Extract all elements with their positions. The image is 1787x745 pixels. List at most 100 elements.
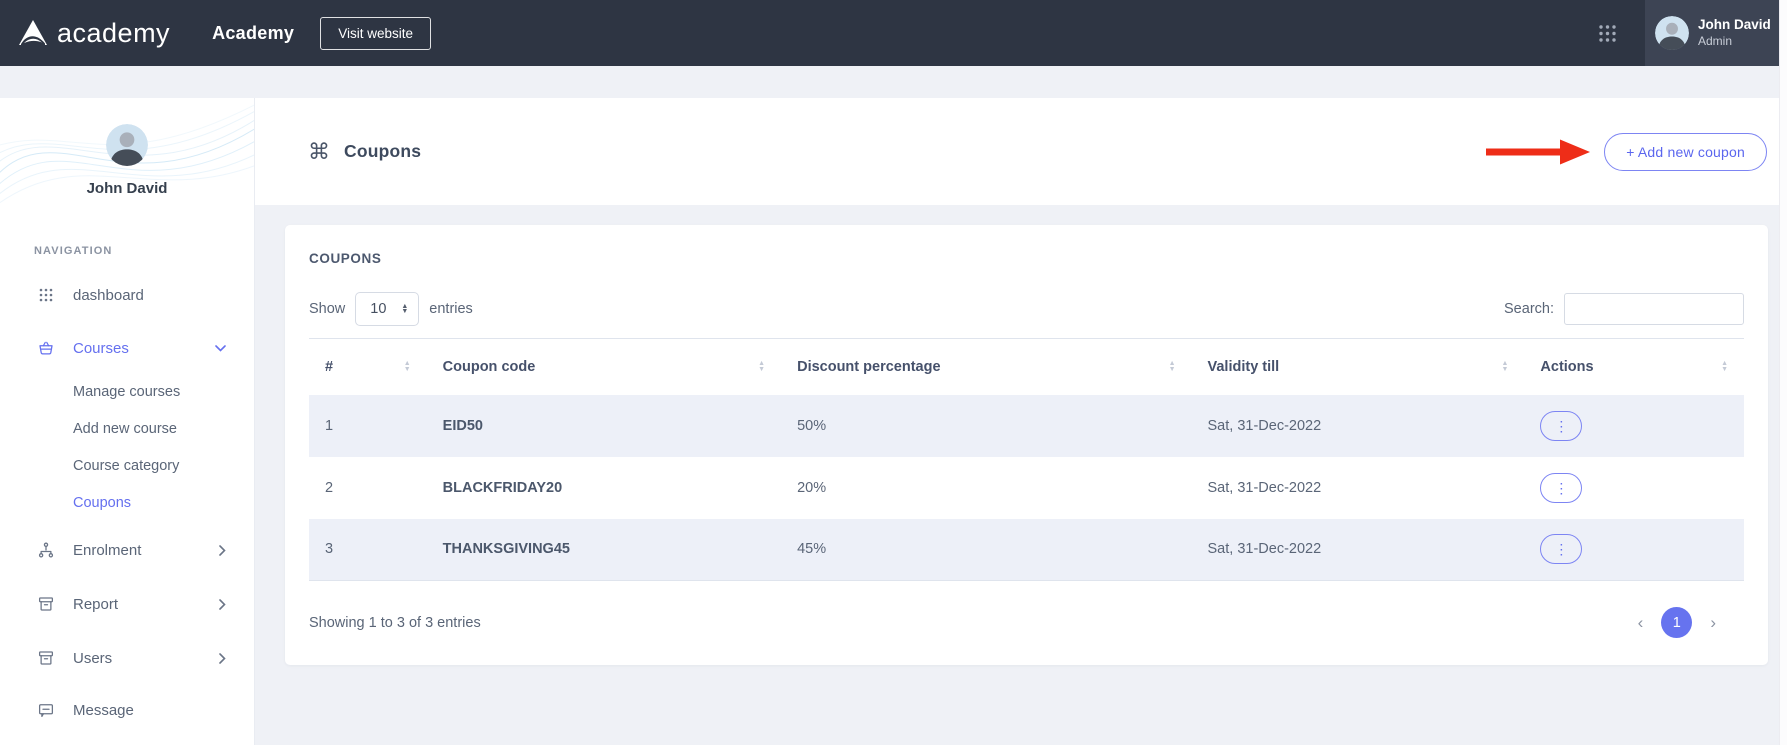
user-menu[interactable]: John David Admin bbox=[1645, 0, 1787, 66]
column-header-coupon-code[interactable]: Coupon code bbox=[427, 339, 781, 395]
cell-validity: Sat, 31-Dec-2022 bbox=[1192, 519, 1525, 581]
entries-summary: Showing 1 to 3 of 3 entries bbox=[309, 615, 481, 631]
submenu-item-label: Course category bbox=[73, 458, 179, 474]
cell-coupon-code: THANKSGIVING45 bbox=[427, 519, 781, 581]
visit-website-button[interactable]: Visit website bbox=[320, 17, 431, 50]
sidebar-item-dashboard[interactable]: dashboard bbox=[22, 275, 236, 315]
column-label: Discount percentage bbox=[797, 359, 940, 375]
select-arrows-icon bbox=[401, 304, 408, 314]
add-new-coupon-button[interactable]: + Add new coupon bbox=[1604, 133, 1767, 171]
column-label: Actions bbox=[1540, 359, 1593, 375]
cell-validity: Sat, 31-Dec-2022 bbox=[1192, 395, 1525, 457]
cell-discount: 20% bbox=[781, 457, 1191, 519]
column-header-actions[interactable]: Actions bbox=[1524, 339, 1744, 395]
table-row: 1 EID50 50% Sat, 31-Dec-2022 bbox=[309, 395, 1744, 457]
sidebar-item-users[interactable]: Users bbox=[22, 638, 236, 678]
column-header-validity[interactable]: Validity till bbox=[1192, 339, 1525, 395]
sidebar-item-message[interactable]: Message bbox=[22, 690, 236, 730]
column-header-num[interactable]: # bbox=[309, 339, 427, 395]
coupons-card: COUPONS Show 10 entries Search: bbox=[285, 225, 1768, 665]
sort-icon bbox=[1169, 361, 1176, 372]
academy-logo-icon bbox=[18, 19, 48, 47]
cell-num: 2 bbox=[309, 457, 427, 519]
sort-icon bbox=[1721, 361, 1728, 372]
top-navbar: academy Academy Visit website John David… bbox=[0, 0, 1787, 66]
row-actions-button[interactable] bbox=[1540, 411, 1582, 441]
cell-num: 3 bbox=[309, 519, 427, 581]
page-size-value: 10 bbox=[370, 301, 386, 317]
sidebar-item-label: Users bbox=[73, 650, 112, 667]
submenu-item-label: Coupons bbox=[73, 495, 131, 511]
sidebar-item-enrolment[interactable]: Enrolment bbox=[22, 530, 236, 570]
sidebar-item-add-new-course[interactable]: Add new course bbox=[73, 410, 236, 447]
page-title: Coupons bbox=[344, 141, 421, 162]
chat-icon bbox=[36, 701, 56, 719]
apps-grid-icon[interactable] bbox=[1598, 24, 1617, 43]
sort-icon bbox=[1501, 361, 1508, 372]
sidebar-item-label: Enrolment bbox=[73, 542, 141, 559]
sidebar-item-manage-courses[interactable]: Manage courses bbox=[73, 373, 236, 410]
submenu-item-label: Add new course bbox=[73, 421, 177, 437]
sidebar-avatar bbox=[106, 124, 148, 166]
archive-icon bbox=[36, 595, 56, 613]
scrollbar[interactable] bbox=[1779, 0, 1787, 745]
more-options-icon bbox=[1554, 419, 1568, 433]
table-row: 3 THANKSGIVING45 45% Sat, 31-Dec-2022 bbox=[309, 519, 1744, 581]
more-options-icon bbox=[1554, 542, 1568, 556]
cell-validity: Sat, 31-Dec-2022 bbox=[1192, 457, 1525, 519]
table-row: 2 BLACKFRIDAY20 20% Sat, 31-Dec-2022 bbox=[309, 457, 1744, 519]
sidebar-menu: dashboard Courses bbox=[0, 275, 254, 730]
sidebar-item-coupons[interactable]: Coupons bbox=[73, 484, 236, 521]
page-header: ⌘ Coupons + Add new coupon bbox=[254, 98, 1787, 205]
previous-page-icon[interactable]: ‹ bbox=[1638, 614, 1644, 631]
sidebar-item-report[interactable]: Report bbox=[22, 584, 236, 624]
more-options-icon bbox=[1554, 481, 1568, 495]
cell-coupon-code: BLACKFRIDAY20 bbox=[427, 457, 781, 519]
sort-icon bbox=[404, 361, 411, 372]
chevron-right-icon bbox=[219, 545, 236, 556]
search-input[interactable] bbox=[1564, 293, 1744, 325]
red-annotation-arrow bbox=[1486, 138, 1590, 166]
next-page-icon[interactable]: › bbox=[1710, 614, 1716, 631]
sidebar-item-courses[interactable]: Courses bbox=[22, 328, 236, 368]
app-name: Academy bbox=[212, 23, 294, 44]
command-icon: ⌘ bbox=[308, 141, 330, 163]
courses-submenu: Manage courses Add new course Course cat… bbox=[22, 373, 236, 521]
pagination: ‹ 1 › bbox=[1638, 607, 1716, 638]
column-label: Validity till bbox=[1208, 359, 1280, 375]
row-actions-button[interactable] bbox=[1540, 534, 1582, 564]
cell-discount: 50% bbox=[781, 395, 1191, 457]
user-avatar bbox=[1655, 16, 1689, 50]
archive-icon bbox=[36, 649, 56, 667]
logo-wordmark: academy bbox=[57, 18, 170, 49]
main-content: ⌘ Coupons + Add new coupon COUPONS Show bbox=[254, 66, 1787, 745]
user-role: Admin bbox=[1698, 34, 1771, 49]
academy-logo[interactable]: academy bbox=[18, 18, 170, 49]
column-header-discount[interactable]: Discount percentage bbox=[781, 339, 1191, 395]
user-name: John David bbox=[1698, 17, 1771, 34]
search-label: Search: bbox=[1504, 301, 1554, 317]
sitemap-icon bbox=[36, 541, 56, 559]
card-title: COUPONS bbox=[309, 251, 1744, 266]
basket-icon bbox=[36, 339, 56, 357]
page-1-button[interactable]: 1 bbox=[1661, 607, 1692, 638]
cell-num: 1 bbox=[309, 395, 427, 457]
sort-icon bbox=[758, 361, 765, 372]
column-label: # bbox=[325, 359, 333, 375]
navigation-section-label: NAVIGATION bbox=[34, 245, 254, 257]
chevron-right-icon bbox=[219, 599, 236, 610]
entries-label: entries bbox=[429, 301, 473, 317]
sidebar-item-course-category[interactable]: Course category bbox=[73, 447, 236, 484]
chevron-down-icon bbox=[215, 345, 236, 352]
row-actions-button[interactable] bbox=[1540, 473, 1582, 503]
coupons-table: # Coupon code Discount percentage Validi… bbox=[309, 338, 1744, 581]
cell-coupon-code: EID50 bbox=[427, 395, 781, 457]
sidebar: John David NAVIGATION dashboard bbox=[0, 66, 254, 745]
column-label: Coupon code bbox=[443, 359, 536, 375]
page-size-select[interactable]: 10 bbox=[355, 292, 419, 326]
sidebar-profile-name: John David bbox=[0, 180, 254, 197]
cell-discount: 45% bbox=[781, 519, 1191, 581]
sidebar-item-label: Courses bbox=[73, 340, 129, 357]
submenu-item-label: Manage courses bbox=[73, 384, 180, 400]
table-header-row: # Coupon code Discount percentage Validi… bbox=[309, 339, 1744, 395]
